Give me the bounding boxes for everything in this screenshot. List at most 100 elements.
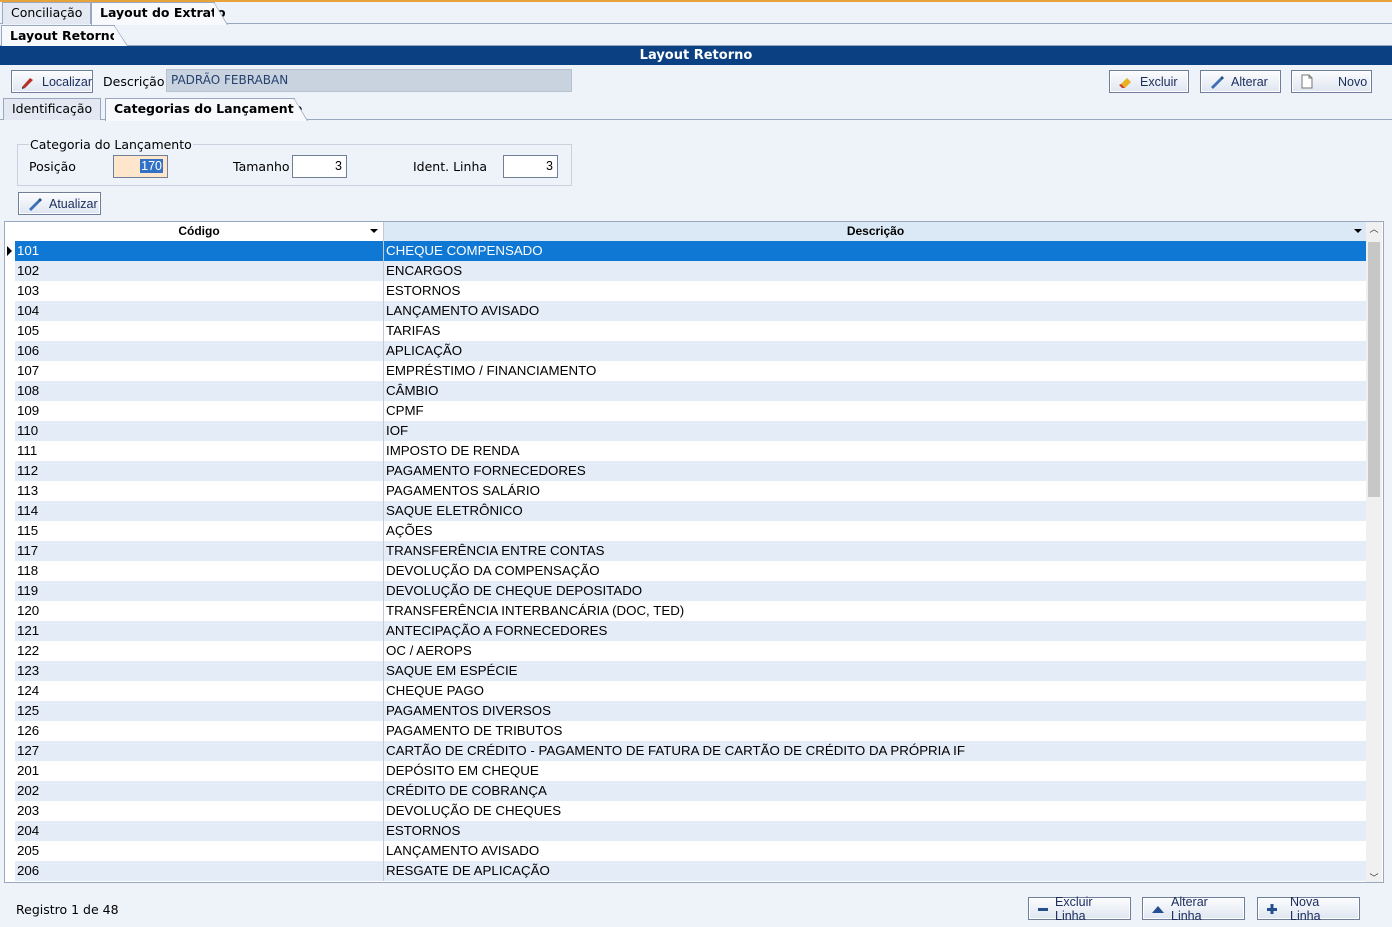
descricao-field[interactable]: PADRÃO FEBRABAN (166, 69, 572, 92)
alterar-linha-button[interactable]: Alterar Linha (1142, 894, 1245, 923)
column-divider (383, 781, 384, 801)
tab-label: Layout do Extrato (100, 5, 226, 20)
column-header-codigo[interactable]: Código (15, 222, 384, 241)
table-row[interactable]: 110 IOF (15, 421, 1367, 441)
column-divider (383, 741, 384, 761)
column-divider (383, 541, 384, 561)
posicao-input[interactable]: 170 (113, 155, 168, 178)
table-row[interactable]: 124 CHEQUE PAGO (15, 681, 1367, 701)
column-divider (383, 601, 384, 621)
cell-codigo: 107 (17, 363, 40, 378)
edit-pencil-icon (1211, 75, 1224, 89)
table-row[interactable]: 114 SAQUE ELETRÔNICO (15, 501, 1367, 521)
form-title: Layout Retorno (639, 48, 753, 63)
excluir-linha-button[interactable]: Excluir Linha (1028, 895, 1131, 923)
cell-codigo: 201 (17, 763, 40, 778)
tamanho-label: Tamanho (233, 159, 290, 174)
column-divider (383, 501, 384, 521)
table-row[interactable]: 122 OC / AEROPS (15, 641, 1367, 661)
cell-codigo: 204 (17, 823, 40, 838)
column-divider (383, 861, 384, 881)
tab-layout-retorno[interactable]: Layout Retorno (1, 25, 128, 46)
column-divider (383, 401, 384, 421)
table-row[interactable]: 118 DEVOLUÇÃO DA COMPENSAÇÃO (15, 561, 1367, 581)
form-title-bar: Layout Retorno (0, 46, 1392, 65)
nova-linha-button[interactable]: Nova Linha (1257, 895, 1360, 923)
table-row[interactable]: 111 IMPOSTO DE RENDA (15, 441, 1367, 461)
cell-codigo: 119 (17, 583, 39, 598)
sub-tab-strip: Layout Retorno (0, 25, 1392, 46)
vertical-scrollbar[interactable]: ︿ ﹀ (1366, 222, 1382, 882)
cell-codigo: 127 (17, 743, 40, 758)
cell-descricao: CARTÃO DE CRÉDITO - PAGAMENTO DE FATURA … (386, 743, 966, 758)
localizar-button[interactable]: Localizar (11, 70, 93, 93)
column-divider (383, 821, 384, 841)
table-row[interactable]: 109 CPMF (15, 401, 1367, 421)
table-row[interactable]: 115 AÇÕES (15, 521, 1367, 541)
chevron-down-icon[interactable] (1354, 229, 1362, 233)
ident-linha-input[interactable]: 3 (503, 155, 558, 178)
tab-identificacao[interactable]: Identificação (3, 98, 101, 120)
table-row[interactable]: 106 APLICAÇÃO (15, 341, 1367, 361)
table-row[interactable]: 203 DEVOLUÇÃO DE CHEQUES (15, 801, 1367, 821)
table-row[interactable]: 202 CRÉDITO DE COBRANÇA (15, 781, 1367, 801)
excluir-button[interactable]: Excluir (1109, 70, 1189, 93)
table-row[interactable]: 123 SAQUE EM ESPÉCIE (15, 661, 1367, 681)
table-row[interactable]: 103 ESTORNOS (15, 281, 1367, 301)
tamanho-input[interactable]: 3 (292, 155, 347, 178)
table-row[interactable]: 104 LANÇAMENTO AVISADO (15, 301, 1367, 321)
table-row[interactable]: 108 CÂMBIO (15, 381, 1367, 401)
atualizar-button[interactable]: Atualizar (18, 192, 101, 215)
table-row[interactable]: 112 PAGAMENTO FORNECEDORES (15, 461, 1367, 481)
table-row[interactable]: 119 DEVOLUÇÃO DE CHEQUE DEPOSITADO (15, 581, 1367, 601)
column-divider (383, 481, 384, 501)
table-row[interactable]: 105 TARIFAS (15, 321, 1367, 341)
cell-descricao: TRANSFERÊNCIA ENTRE CONTAS (386, 543, 605, 558)
table-row[interactable]: 205 LANÇAMENTO AVISADO (15, 841, 1367, 861)
table-row[interactable]: 126 PAGAMENTO DE TRIBUTOS (15, 721, 1367, 741)
table-row[interactable]: 117 TRANSFERÊNCIA ENTRE CONTAS (15, 541, 1367, 561)
table-row[interactable]: 120 TRANSFERÊNCIA INTERBANCÁRIA (DOC, TED… (15, 601, 1367, 621)
categorias-grid[interactable]: Código Descrição 101 CHEQUE COMPENSADO 102… (4, 221, 1384, 883)
cell-codigo: 104 (17, 303, 40, 318)
tab-conciliacao[interactable]: Conciliação (2, 2, 91, 24)
grid-header: Código Descrição (15, 222, 1367, 241)
scroll-up-icon[interactable]: ︿ (1369, 225, 1379, 235)
plus-icon (1267, 903, 1277, 914)
table-row[interactable]: 121 ANTECIPAÇÃO A FORNECEDORES (15, 621, 1367, 641)
column-divider (383, 281, 384, 301)
column-divider (383, 241, 384, 261)
scroll-down-icon[interactable]: ﹀ (1369, 874, 1379, 882)
tab-layout-do-extrato[interactable]: Layout do Extrato (91, 2, 228, 25)
column-divider (383, 321, 384, 341)
table-row[interactable]: 107 EMPRÉSTIMO / FINANCIAMENTO (15, 361, 1367, 381)
chevron-down-icon[interactable] (370, 229, 378, 233)
table-row[interactable]: 204 ESTORNOS (15, 821, 1367, 841)
table-row[interactable]: 201 DEPÓSITO EM CHEQUE (15, 761, 1367, 781)
table-row[interactable]: 125 PAGAMENTOS DIVERSOS (15, 701, 1367, 721)
novo-button[interactable]: Novo (1291, 70, 1372, 93)
table-row[interactable]: 102 ENCARGOS (15, 261, 1367, 281)
cell-codigo: 105 (17, 323, 40, 338)
posicao-label: Posição (29, 159, 76, 174)
cell-descricao: IOF (386, 423, 409, 438)
column-header-descricao[interactable]: Descrição (384, 222, 1367, 241)
alterar-button[interactable]: Alterar (1200, 70, 1281, 93)
table-row[interactable]: 101 CHEQUE COMPENSADO (15, 241, 1367, 261)
column-divider (383, 261, 384, 281)
cell-descricao: CÂMBIO (386, 383, 439, 398)
cell-descricao: LANÇAMENTO AVISADO (386, 303, 540, 318)
cell-descricao: IMPOSTO DE RENDA (386, 443, 520, 458)
new-document-icon (1301, 74, 1313, 89)
table-row[interactable]: 127 CARTÃO DE CRÉDITO - PAGAMENTO DE FATU… (15, 741, 1367, 761)
alterar-linha-label: Alterar Linha (1171, 894, 1208, 923)
table-row[interactable]: 113 PAGAMENTOS SALÁRIO (15, 481, 1367, 501)
tab-categorias-do-lancamento[interactable]: Categorias do Lançamento (105, 98, 308, 121)
table-row[interactable]: 206 RESGATE DE APLICAÇÃO (15, 861, 1367, 881)
scrollbar-thumb[interactable] (1368, 242, 1380, 497)
cell-descricao: DEVOLUÇÃO DA COMPENSAÇÃO (386, 563, 600, 578)
column-divider (383, 681, 384, 701)
edit-pencil-icon (29, 197, 42, 211)
cell-codigo: 202 (17, 783, 40, 798)
column-divider (383, 701, 384, 721)
